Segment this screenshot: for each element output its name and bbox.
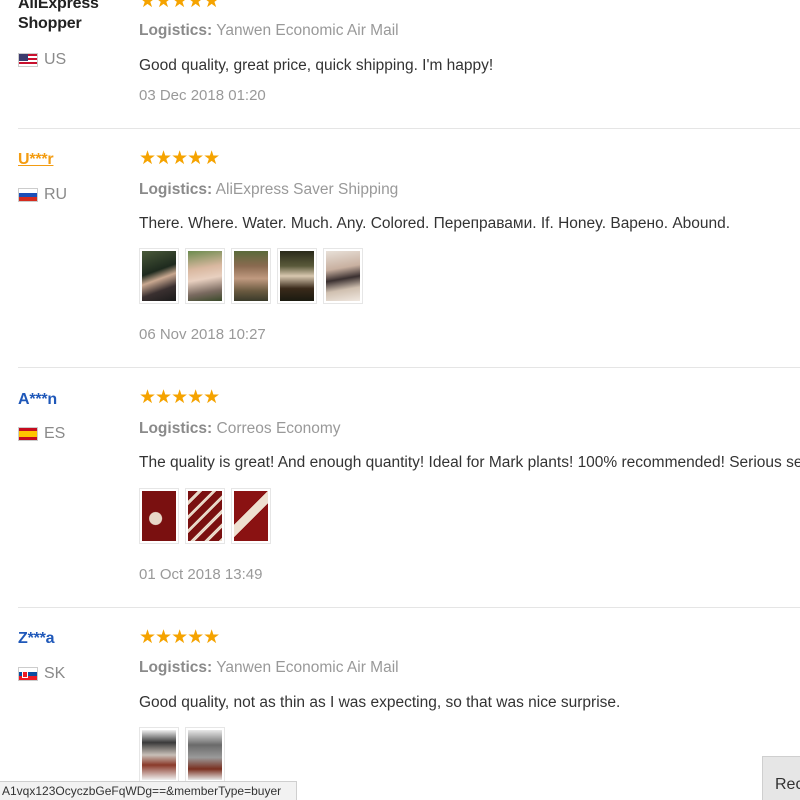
logistics: Logistics: Correos Economy: [139, 419, 341, 439]
review-comment: The quality is great! And enough quantit…: [139, 454, 800, 471]
logistics-label: Logistics:: [139, 181, 213, 198]
review-photo[interactable]: [185, 727, 225, 783]
logistics-value: Correos Economy: [216, 420, 341, 437]
logistics: Logistics: Yanwen Economic Air Mail: [139, 21, 399, 41]
review-photo[interactable]: [231, 488, 271, 544]
divider: [18, 607, 800, 608]
logistics-value: Yanwen Economic Air Mail: [216, 22, 399, 39]
status-bar-url: A1vqx123OcyczbGeFqWDg==&memberType=buyer: [0, 781, 297, 800]
review-photos: [139, 248, 363, 304]
es-flag-icon: [18, 427, 38, 441]
user-name-link[interactable]: A***n: [18, 390, 57, 410]
user-name-line2: Shopper: [18, 15, 82, 32]
review-photo[interactable]: [323, 248, 363, 304]
user-name-line1: AliExpress: [18, 0, 99, 12]
rating-stars: ★★★★★: [139, 0, 220, 12]
country-code: SK: [44, 665, 66, 682]
recent-button[interactable]: Rece: [762, 756, 800, 800]
sk-flag-icon: [18, 667, 38, 681]
country-code: US: [44, 51, 67, 68]
logistics-label: Logistics:: [139, 659, 213, 676]
review-photo[interactable]: [139, 248, 179, 304]
country-code: ES: [44, 425, 66, 442]
rating-stars: ★★★★★: [139, 387, 220, 408]
review-photos: [139, 727, 225, 783]
logistics-value: AliExpress Saver Shipping: [215, 181, 399, 198]
country: SK: [18, 665, 65, 683]
logistics: Logistics: AliExpress Saver Shipping: [139, 180, 398, 200]
recent-button-label: Rece: [775, 776, 800, 793]
review-photo[interactable]: [139, 488, 179, 544]
review-photos: [139, 488, 271, 544]
review-date: 06 Nov 2018 10:27: [139, 326, 266, 343]
review-date: 03 Dec 2018 01:20: [139, 87, 266, 104]
logistics-label: Logistics:: [139, 22, 213, 39]
ru-flag-icon: [18, 188, 38, 202]
logistics: Logistics: Yanwen Economic Air Mail: [139, 658, 399, 678]
us-flag-icon: [18, 53, 38, 67]
logistics-label: Logistics:: [139, 420, 213, 437]
rating-stars: ★★★★★: [139, 627, 220, 648]
user-name: AliExpress Shopper: [18, 0, 99, 34]
review-comment: Good quality, not as thin as I was expec…: [139, 694, 621, 711]
user-name-link[interactable]: U***r: [18, 150, 54, 170]
logistics-value: Yanwen Economic Air Mail: [216, 659, 399, 676]
review-photo[interactable]: [185, 488, 225, 544]
review-photo[interactable]: [277, 248, 317, 304]
divider: [18, 367, 800, 368]
review-comment: There. Where. Water. Much. Any. Colored.…: [139, 215, 731, 232]
country: RU: [18, 186, 67, 204]
rating-stars: ★★★★★: [139, 148, 220, 169]
country-code: RU: [44, 186, 68, 203]
country: ES: [18, 425, 65, 443]
divider: [18, 128, 800, 129]
review-comment: Good quality, great price, quick shippin…: [139, 57, 494, 74]
review-photo[interactable]: [139, 727, 179, 783]
review-photo[interactable]: [231, 248, 271, 304]
country: US: [18, 51, 66, 69]
review-date: 01 Oct 2018 13:49: [139, 566, 263, 583]
review-photo[interactable]: [185, 248, 225, 304]
user-name-link[interactable]: Z***a: [18, 629, 55, 649]
